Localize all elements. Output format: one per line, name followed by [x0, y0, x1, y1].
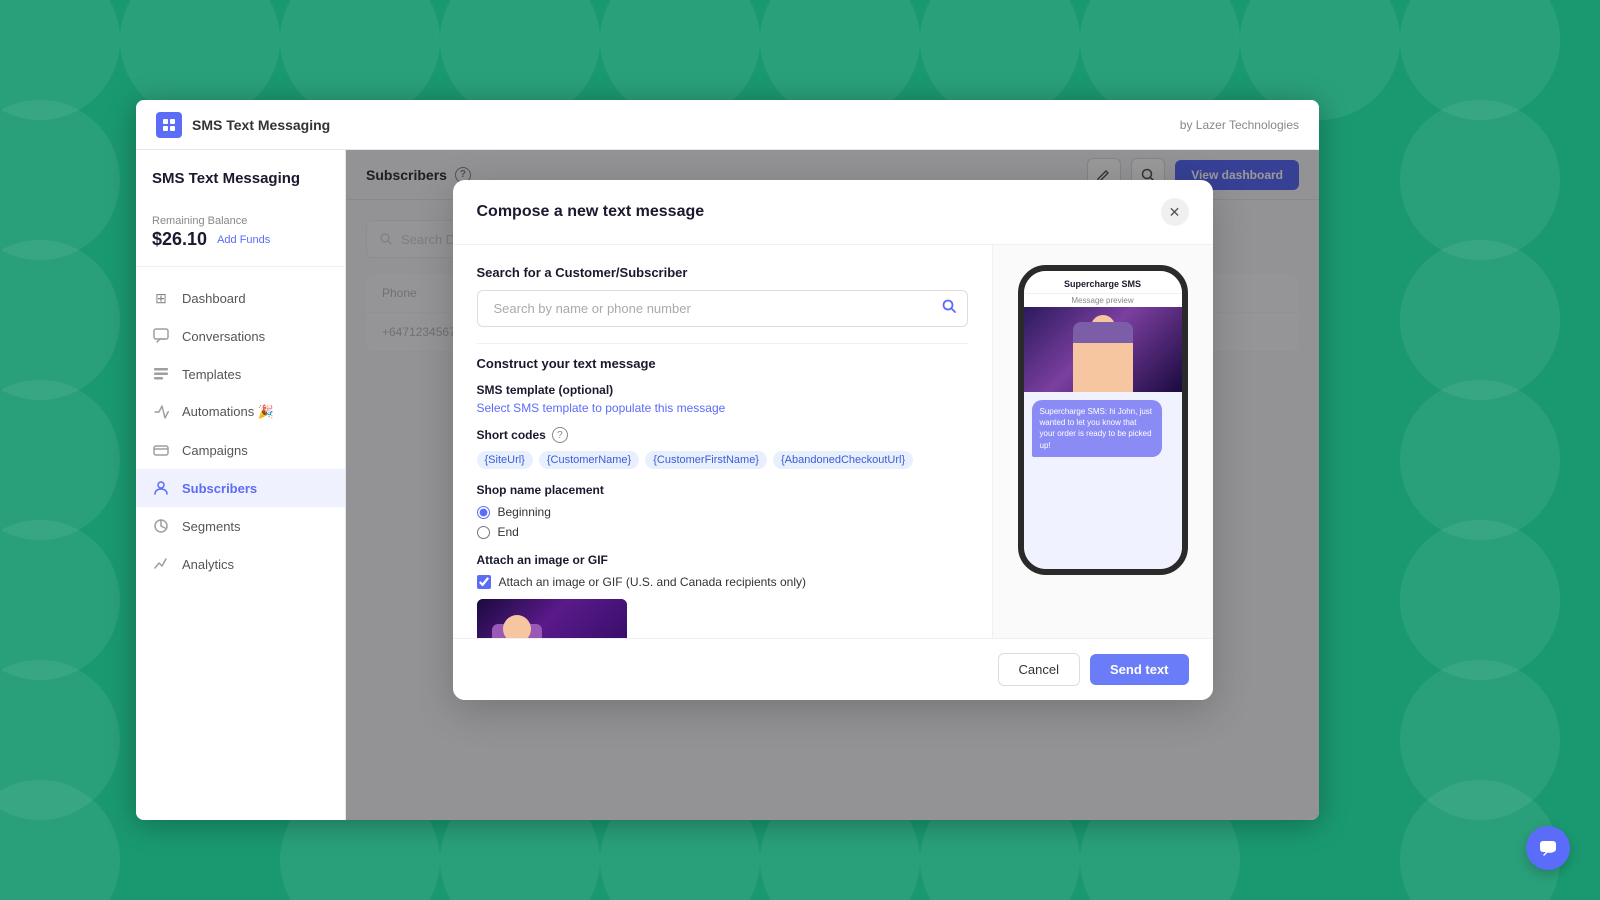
sidebar-item-subscribers[interactable]: Subscribers	[136, 469, 345, 507]
add-funds-link[interactable]: Add Funds	[217, 234, 270, 246]
sms-template-link[interactable]: Select SMS template to populate this mes…	[477, 401, 968, 415]
send-text-button[interactable]: Send text	[1090, 654, 1189, 685]
phone-sub-title: Message preview	[1024, 294, 1182, 307]
placement-beginning[interactable]: Beginning	[477, 505, 968, 519]
balance-amount: $26.10 Add Funds	[152, 229, 329, 250]
top-bar: SMS Text Messaging by Lazer Technologies	[136, 100, 1319, 150]
sidebar-label-campaigns: Campaigns	[182, 443, 248, 458]
short-codes-label: Short codes	[477, 428, 546, 442]
top-bar-left: SMS Text Messaging	[156, 112, 330, 138]
sidebar-item-automations[interactable]: Automations 🎉	[136, 393, 345, 431]
modal-close-button[interactable]: ✕	[1161, 198, 1189, 226]
sidebar-label-analytics: Analytics	[182, 557, 234, 572]
sidebar-item-analytics[interactable]: Analytics	[136, 545, 345, 583]
dashboard-icon: ⊞	[152, 289, 170, 307]
short-codes-header: Short codes ?	[477, 427, 968, 443]
main-content: Subscribers ? View dashboard Se	[346, 150, 1319, 820]
attached-image-preview	[477, 599, 627, 638]
top-bar-title: SMS Text Messaging	[192, 117, 330, 133]
short-codes-list: {SiteUrl} {CustomerName} {CustomerFirstN…	[477, 451, 968, 469]
attach-label: Attach an image or GIF	[477, 553, 968, 567]
sidebar-item-dashboard[interactable]: ⊞ Dashboard	[136, 279, 345, 317]
analytics-icon	[152, 555, 170, 573]
modal-footer: Cancel Send text	[453, 638, 1213, 700]
sidebar-label-segments: Segments	[182, 519, 241, 534]
modal-body: Search for a Customer/Subscriber Constru…	[453, 245, 1213, 638]
sidebar: SMS Text Messaging Remaining Balance $26…	[136, 150, 346, 820]
construct-title: Construct your text message	[477, 343, 968, 371]
attach-section: Attach an image or GIF Attach an image o…	[477, 553, 968, 638]
chat-bubble-button[interactable]	[1526, 826, 1570, 870]
templates-icon	[152, 365, 170, 383]
search-section-title: Search for a Customer/Subscriber	[477, 265, 968, 280]
sidebar-item-conversations[interactable]: Conversations	[136, 317, 345, 355]
phone-message-bubble: Supercharge SMS: hi John, just wanted to…	[1032, 400, 1162, 457]
placement-end-radio[interactable]	[477, 526, 490, 539]
sms-template-label: SMS template (optional)	[477, 383, 968, 397]
phone-preview-image	[1024, 307, 1182, 392]
attach-checkbox[interactable]	[477, 575, 491, 589]
placement-end[interactable]: End	[477, 525, 968, 539]
phone-message-body: Supercharge SMS: hi John, just wanted to…	[1024, 392, 1182, 569]
attach-checkbox-label: Attach an image or GIF (U.S. and Canada …	[499, 575, 806, 589]
phone-preview-person	[1073, 322, 1133, 392]
short-code-customername[interactable]: {CustomerName}	[539, 451, 639, 469]
segments-icon	[152, 517, 170, 535]
placement-end-label: End	[498, 525, 519, 539]
placement-radio-group: Beginning End	[477, 505, 968, 539]
sidebar-label-conversations: Conversations	[182, 329, 265, 344]
sidebar-item-campaigns[interactable]: Campaigns	[136, 431, 345, 469]
automations-icon	[152, 403, 170, 421]
placement-label: Shop name placement	[477, 483, 968, 497]
customer-search-input[interactable]	[488, 291, 941, 326]
sidebar-nav: ⊞ Dashboard Conversations Templates	[136, 275, 345, 587]
phone-header-title: Supercharge SMS	[1024, 271, 1182, 294]
subscribers-icon	[152, 479, 170, 497]
sidebar-brand: SMS Text Messaging	[136, 170, 345, 207]
main-layout: SMS Text Messaging Remaining Balance $26…	[136, 150, 1319, 820]
short-code-siteurl[interactable]: {SiteUrl}	[477, 451, 533, 469]
customer-search-button[interactable]	[941, 298, 957, 319]
sidebar-label-subscribers: Subscribers	[182, 481, 257, 496]
construct-section: Construct your text message SMS template…	[477, 343, 968, 638]
top-bar-byline: by Lazer Technologies	[1180, 118, 1299, 132]
sidebar-label-templates: Templates	[182, 367, 241, 382]
app-logo-icon	[156, 112, 182, 138]
placement-beginning-radio[interactable]	[477, 506, 490, 519]
compose-modal: Compose a new text message ✕ Search for …	[453, 180, 1213, 700]
modal-title: Compose a new text message	[477, 203, 705, 221]
modal-overlay: Compose a new text message ✕ Search for …	[346, 150, 1319, 820]
phone-mockup: Supercharge SMS Message preview Supercha…	[1018, 265, 1188, 575]
sidebar-label-automations: Automations 🎉	[182, 404, 274, 420]
short-code-customerfirstname[interactable]: {CustomerFirstName}	[645, 451, 767, 469]
modal-right-panel: Supercharge SMS Message preview Supercha…	[993, 245, 1213, 638]
sidebar-item-templates[interactable]: Templates	[136, 355, 345, 393]
campaigns-icon	[152, 441, 170, 459]
placement-beginning-label: Beginning	[498, 505, 551, 519]
balance-value: $26.10	[152, 229, 207, 250]
short-code-abandonedcheckout[interactable]: {AbandonedCheckoutUrl}	[773, 451, 913, 469]
sidebar-item-segments[interactable]: Segments	[136, 507, 345, 545]
sidebar-label-dashboard: Dashboard	[182, 291, 246, 306]
sidebar-balance: Remaining Balance $26.10 Add Funds	[136, 207, 345, 267]
attach-checkbox-row: Attach an image or GIF (U.S. and Canada …	[477, 575, 968, 589]
cancel-button[interactable]: Cancel	[998, 653, 1080, 686]
balance-label: Remaining Balance	[152, 215, 329, 227]
placement-section: Shop name placement Beginning	[477, 483, 968, 539]
short-codes-help-icon[interactable]: ?	[552, 427, 568, 443]
customer-search-wrap	[477, 290, 968, 327]
modal-left-panel: Search for a Customer/Subscriber Constru…	[453, 245, 993, 638]
conversations-icon	[152, 327, 170, 345]
modal-header: Compose a new text message ✕	[453, 180, 1213, 245]
app-container: SMS Text Messaging by Lazer Technologies…	[136, 100, 1319, 820]
